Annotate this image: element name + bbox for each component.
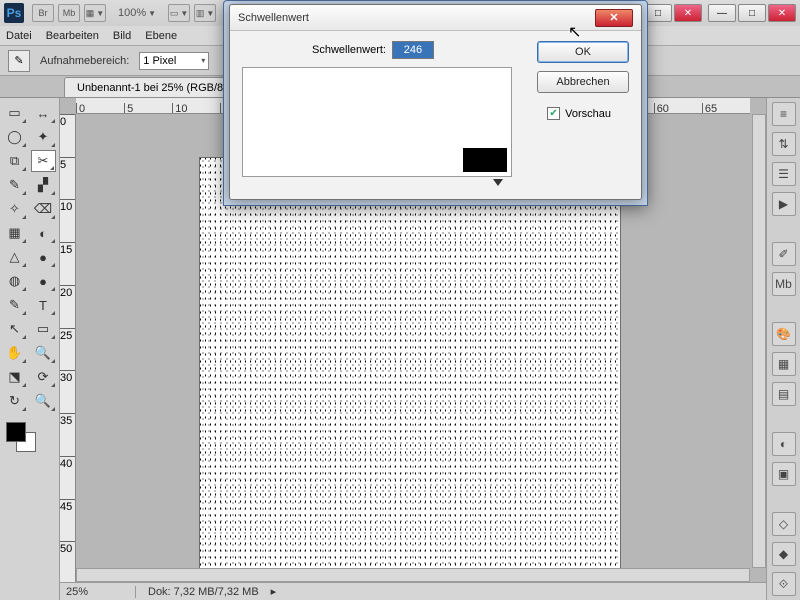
zoom-level-dropdown[interactable]: 100%▼ [118,7,156,19]
document-tab[interactable]: Unbenannt-1 bei 25% (RGB/8) [64,77,240,97]
tool-17[interactable]: T [31,294,56,316]
paths-panel-icon[interactable]: ⟐ [772,572,796,596]
tool-8[interactable]: ✧ [2,198,27,220]
preview-label: Vorschau [565,108,611,120]
sample-size-dropdown[interactable]: 1 Pixel [139,52,209,70]
color-panel-icon[interactable]: 🎨 [772,322,796,346]
status-zoom[interactable]: 25% [66,586,136,598]
view-extras-icon[interactable]: ▭▼ [168,4,190,22]
preview-checkbox[interactable]: ✔ [547,107,560,120]
tool-12[interactable]: △ [2,246,27,268]
scrollbar-horizontal[interactable] [76,568,750,582]
dialog-titlebar[interactable]: Schwellenwert ✕ [230,5,641,31]
mb-panel-icon[interactable]: Mb [772,272,796,296]
styles-panel-icon[interactable]: ▤ [772,382,796,406]
foreground-swatch[interactable] [6,422,26,442]
tool-24[interactable]: ↻ [2,390,27,412]
ok-button[interactable]: OK [537,41,629,63]
channels-panel-icon[interactable]: ◆ [772,542,796,566]
histogram-bars [463,148,507,172]
menu-bild[interactable]: Bild [113,30,131,42]
menu-datei[interactable]: Datei [6,30,32,42]
canvas[interactable] [200,158,620,578]
tool-25[interactable]: 🔍 [31,390,56,412]
properties-panel-icon[interactable]: ☰ [772,162,796,186]
minibridge-icon[interactable]: Mb [58,4,80,22]
tool-23[interactable]: ⟳ [31,366,56,388]
tool-20[interactable]: ✋ [2,342,27,364]
tool-22[interactable]: ⬔ [2,366,27,388]
tool-16[interactable]: ✎ [2,294,27,316]
eyedropper-tool-icon[interactable]: ✎ [8,50,30,72]
tool-7[interactable]: ▞ [31,174,56,196]
tool-4[interactable]: ⧉ [2,150,27,172]
cancel-button[interactable]: Abbrechen [537,71,629,93]
threshold-dialog: Schwellenwert ✕ Schwellenwert: OK Abbrec… [229,4,642,200]
tool-19[interactable]: ▭ [31,318,56,340]
tool-10[interactable]: ▦ [2,222,27,244]
tool-14[interactable]: ◍ [2,270,27,292]
tool-13[interactable]: ● [31,246,56,268]
tool-0[interactable]: ▭ [2,102,27,124]
brushes-panel-icon[interactable]: ✐ [772,242,796,266]
status-menu-icon[interactable]: ▸ [271,585,277,598]
dialog-close-button[interactable]: ✕ [595,9,633,27]
history-panel-icon[interactable]: ≡ [772,102,796,126]
scrollbar-vertical[interactable] [752,114,766,568]
doc-close-button[interactable]: ✕ [674,4,702,22]
arrange-docs-icon[interactable]: ▥▼ [194,4,216,22]
tool-18[interactable]: ↖ [2,318,27,340]
tool-11[interactable]: ◐ [31,222,56,244]
histogram [242,67,512,177]
tool-21[interactable]: 🔍 [31,342,56,364]
tool-9[interactable]: ⌫ [31,198,56,220]
layers-panel-icon[interactable]: ◇ [772,512,796,536]
doc-restore-button[interactable]: □ [644,4,672,22]
app-minimize-button[interactable]: — [708,4,736,22]
screen-mode-icon[interactable]: ▦▼ [84,4,106,22]
tool-6[interactable]: ✎ [2,174,27,196]
app-logo: Ps [4,3,24,23]
threshold-slider-handle[interactable] [493,179,503,186]
bridge-icon[interactable]: Br [32,4,54,22]
dialog-title: Schwellenwert [238,12,595,24]
sample-size-label: Aufnahmebereich: [40,55,129,67]
threshold-label: Schwellenwert: [312,44,386,56]
tool-15[interactable]: ● [31,270,56,292]
tool-2[interactable]: ◯ [2,126,27,148]
ruler-vertical: 05101520253035404550 [60,114,76,584]
masks-panel-icon[interactable]: ▣ [772,462,796,486]
menu-ebene[interactable]: Ebene [145,30,177,42]
tool-5[interactable]: ✂ [31,150,56,172]
play-panel-icon[interactable]: ▶ [772,192,796,216]
actions-panel-icon[interactable]: ⇅ [772,132,796,156]
menu-bearbeiten[interactable]: Bearbeiten [46,30,99,42]
panel-dock: ≡ ⇅ ☰ ▶ ✐ Mb 🎨 ▦ ▤ ◐ ▣ ◇ ◆ ⟐ [766,98,800,600]
toolbox: ▭↔◯✦⧉✂✎▞✧⌫▦◐△●◍●✎T↖▭✋🔍⬔⟳↻🔍 [0,98,60,600]
status-docsize: Dok: 7,32 MB/7,32 MB [148,586,259,598]
app-close-button[interactable]: ✕ [768,4,796,22]
statusbar: 25% Dok: 7,32 MB/7,32 MB ▸ [60,582,766,600]
swatches-panel-icon[interactable]: ▦ [772,352,796,376]
tool-1[interactable]: ↔ [31,102,56,124]
color-swatches[interactable] [2,422,57,452]
adjustments-panel-icon[interactable]: ◐ [772,432,796,456]
tool-3[interactable]: ✦ [31,126,56,148]
app-restore-button[interactable]: □ [738,4,766,22]
threshold-input[interactable] [392,41,434,59]
